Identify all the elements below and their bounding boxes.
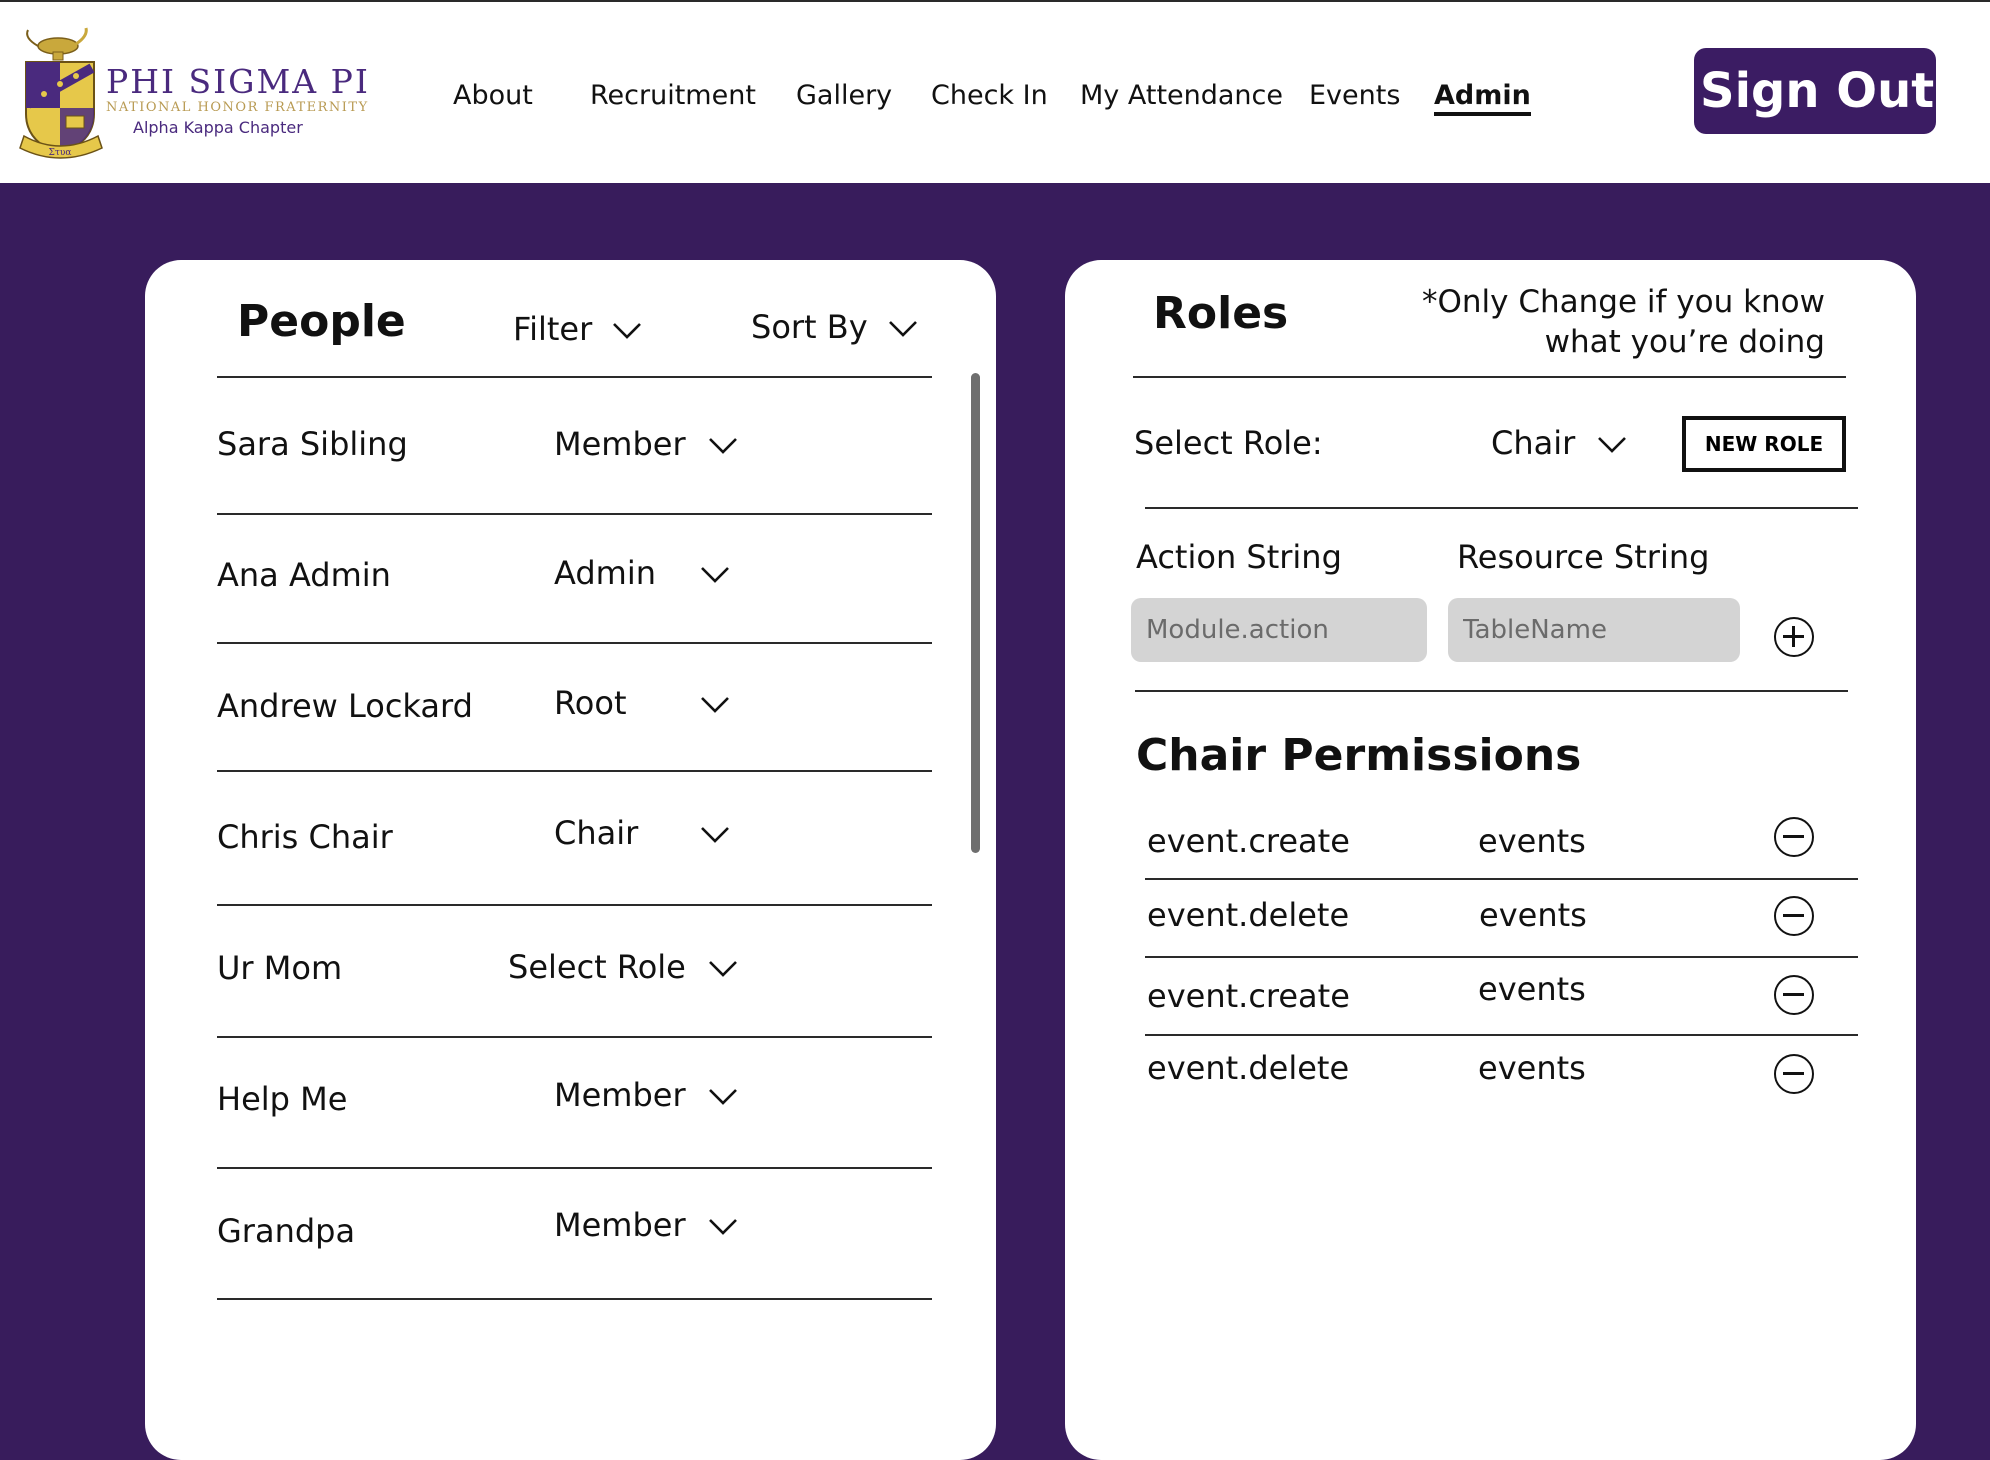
person-role-dropdown[interactable]: Admin <box>554 554 730 592</box>
roles-warning-note: *Only Change if you know what you’re doi… <box>1422 282 1825 362</box>
row-divider <box>1145 956 1858 958</box>
fraternity-crest-icon: Στυα <box>19 27 103 159</box>
chevron-down-icon <box>701 827 730 843</box>
remove-permission-icon[interactable] <box>1774 975 1814 1015</box>
nav-check-in[interactable]: Check In <box>931 80 1048 111</box>
chevron-down-icon <box>708 1089 737 1105</box>
person-role-dropdown[interactable]: Member <box>554 425 738 463</box>
row-divider <box>217 513 932 515</box>
top-navigation-bar: Στυα PHI SIGMA PI NATIONAL HONOR FRATERN… <box>0 0 1990 183</box>
add-permission-icon[interactable] <box>1774 617 1814 657</box>
people-title: People <box>237 296 406 347</box>
row-divider <box>217 904 932 906</box>
divider <box>1133 376 1846 378</box>
remove-permission-icon[interactable] <box>1774 1054 1814 1094</box>
new-role-button[interactable]: NEW ROLE <box>1682 416 1846 472</box>
person-name: Sara Sibling <box>217 425 408 463</box>
filter-label: Filter <box>513 310 593 348</box>
person-name: Ur Mom <box>217 949 343 987</box>
person-role-value: Member <box>554 1206 686 1244</box>
permission-resource: events <box>1478 970 1586 1008</box>
nav-about[interactable]: About <box>453 80 533 111</box>
sign-out-button[interactable]: Sign Out <box>1694 48 1936 134</box>
permission-action: event.create <box>1147 977 1350 1015</box>
person-name: Grandpa <box>217 1212 356 1250</box>
sort-by-label: Sort By <box>751 308 868 346</box>
chevron-down-icon <box>1598 437 1627 453</box>
permission-resource: events <box>1478 822 1586 860</box>
chevron-down-icon <box>701 567 730 583</box>
person-name: Andrew Lockard <box>217 687 473 725</box>
remove-permission-icon[interactable] <box>1774 896 1814 936</box>
sort-by-dropdown[interactable]: Sort By <box>751 308 918 346</box>
row-divider <box>217 642 932 644</box>
person-role-dropdown[interactable]: Select Role <box>508 948 738 986</box>
person-name: Help Me <box>217 1080 348 1118</box>
person-role-value: Select Role <box>508 948 686 986</box>
permission-action: event.create <box>1147 822 1350 860</box>
person-role-value: Root <box>554 684 627 722</box>
selected-role-value: Chair <box>1491 424 1576 462</box>
person-role-value: Admin <box>554 554 656 592</box>
divider <box>1135 690 1848 692</box>
person-role-value: Member <box>554 1076 686 1114</box>
nav-my-attendance[interactable]: My Attendance <box>1080 80 1283 111</box>
brand-logo[interactable]: Στυα PHI SIGMA PI NATIONAL HONOR FRATERN… <box>18 24 378 164</box>
nav-gallery[interactable]: Gallery <box>796 80 892 111</box>
row-divider <box>1145 878 1858 880</box>
nav-events[interactable]: Events <box>1309 80 1400 111</box>
person-role-value: Member <box>554 425 686 463</box>
action-string-label: Action String <box>1136 538 1342 576</box>
person-role-dropdown[interactable]: Chair <box>554 814 730 852</box>
chevron-down-icon <box>701 697 730 713</box>
row-divider <box>217 1036 932 1038</box>
chevron-down-icon <box>613 323 642 339</box>
row-divider <box>217 1167 932 1169</box>
row-divider <box>217 1298 932 1300</box>
people-list-scrollbar[interactable] <box>971 373 980 853</box>
chevron-down-icon <box>708 438 737 454</box>
person-name: Chris Chair <box>217 818 393 856</box>
svg-text:Στυα: Στυα <box>49 148 72 158</box>
permission-action: event.delete <box>1147 1049 1350 1087</box>
brand-subtitle: NATIONAL HONOR FRATERNITY <box>106 100 369 115</box>
filter-dropdown[interactable]: Filter <box>513 310 642 348</box>
resource-string-label: Resource String <box>1457 538 1710 576</box>
roles-panel: Roles *Only Change if you know what you’… <box>1065 260 1916 1460</box>
chapter-name: Alpha Kappa Chapter <box>133 118 303 137</box>
people-panel: People Filter Sort By Sara Sibling Membe… <box>145 260 996 1460</box>
resource-string-input[interactable] <box>1448 598 1740 662</box>
person-role-dropdown[interactable]: Member <box>554 1076 738 1114</box>
roles-title: Roles <box>1153 288 1289 339</box>
nav-admin[interactable]: Admin <box>1434 80 1531 116</box>
permission-resource: events <box>1478 1049 1586 1087</box>
remove-permission-icon[interactable] <box>1774 817 1814 857</box>
nav-recruitment[interactable]: Recruitment <box>590 80 756 111</box>
permissions-title: Chair Permissions <box>1136 730 1582 781</box>
person-role-dropdown[interactable]: Member <box>554 1206 738 1244</box>
chevron-down-icon <box>709 961 737 977</box>
roles-warning-line: *Only Change if you know <box>1421 284 1825 320</box>
person-role-dropdown[interactable]: Root <box>554 684 730 722</box>
permission-action: event.delete <box>1147 896 1350 934</box>
divider <box>1145 507 1858 509</box>
select-role-label: Select Role: <box>1134 424 1323 462</box>
person-name: Ana Admin <box>217 556 391 594</box>
row-divider <box>217 770 932 772</box>
chevron-down-icon <box>708 1219 737 1235</box>
permission-resource: events <box>1479 896 1587 934</box>
person-role-value: Chair <box>554 814 639 852</box>
row-divider <box>1145 1034 1858 1036</box>
roles-warning-line: what you’re doing <box>1544 324 1825 360</box>
brand-name: PHI SIGMA PI <box>106 62 370 101</box>
action-string-input[interactable] <box>1131 598 1427 662</box>
chevron-down-icon <box>888 321 917 337</box>
divider <box>217 376 932 378</box>
select-role-dropdown[interactable]: Chair <box>1491 424 1627 462</box>
